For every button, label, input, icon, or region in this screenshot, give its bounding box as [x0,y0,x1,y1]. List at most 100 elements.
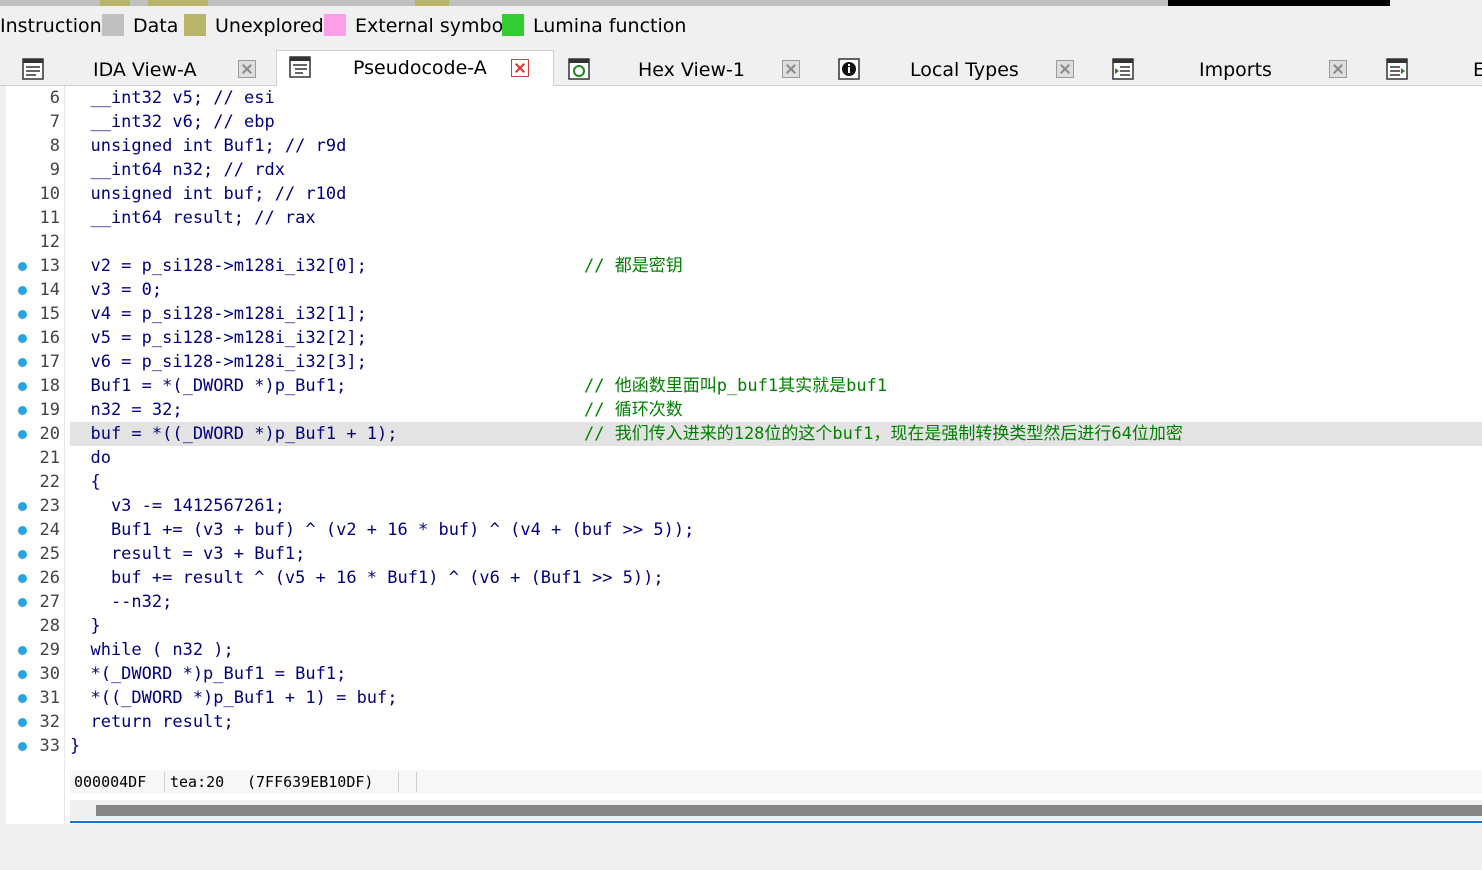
code-comment: // 他函数里面叫p_buf1其实就是buf1 [584,376,888,396]
code-text: v6 = p_si128->m128i_i32[3]; [70,352,367,372]
tab-local-types[interactable]: Local Types [826,53,1092,85]
code-comment: // 我们传入进来的128位的这个buf1，现在是强制转换类型然后进行64位加密 [584,424,1183,444]
gutter-row[interactable]: 11 [6,206,64,230]
code-line[interactable]: *((_DWORD *)p_Buf1 + 1) = buf; [70,686,1482,710]
gutter-row[interactable]: 20 [6,422,64,446]
status-separator [398,772,399,792]
code-line[interactable]: --n32; [70,590,1482,614]
gutter-row[interactable]: 8 [6,134,64,158]
code-text: *((_DWORD *)p_Buf1 + 1) = buf; [70,688,398,708]
code-line[interactable]: } [70,734,1482,758]
code-line[interactable]: Buf1 = *(_DWORD *)p_Buf1; // 他函数里面叫p_buf1… [70,374,1482,398]
code-line[interactable]: __int32 v6; // ebp [70,110,1482,134]
gutter-row[interactable]: 26 [6,566,64,590]
gutter-row[interactable]: 25 [6,542,64,566]
code-line[interactable]: v3 -= 1412567261; [70,494,1482,518]
code-line[interactable]: v6 = p_si128->m128i_i32[3]; [70,350,1482,374]
scrollbar-thumb[interactable] [96,805,1482,816]
code-text: __int64 n32; // rdx [70,160,285,180]
line-number: 20 [39,424,60,444]
code-line[interactable]: v3 = 0; [70,278,1482,302]
horizontal-scrollbar[interactable] [70,800,1482,820]
code-line[interactable]: Buf1 += (v3 + buf) ^ (v2 + 16 * buf) ^ (… [70,518,1482,542]
legend-external-symbol-swatch [324,14,346,36]
gutter-row[interactable]: 28 [6,614,64,638]
gutter-row[interactable]: 32 [6,710,64,734]
gutter-row[interactable]: 7 [6,110,64,134]
tab-label: E [1473,59,1482,81]
code-line[interactable]: } [70,614,1482,638]
gutter-row[interactable]: 23 [6,494,64,518]
code-line[interactable]: __int32 v5; // esi [70,86,1482,110]
code-text: v5 = p_si128->m128i_i32[2]; [70,328,367,348]
gutter-row[interactable]: 12 [6,230,64,254]
status-separator [416,772,417,792]
tab-ida-view-a[interactable]: IDA View-A [10,53,274,85]
code-line[interactable]: { [70,470,1482,494]
code-line[interactable]: buf = *((_DWORD *)p_Buf1 + 1); // 我们传入进来的… [70,422,1482,446]
gutter-row[interactable]: 13 [6,254,64,278]
code-line[interactable]: *(_DWORD *)p_Buf1 = Buf1; [70,662,1482,686]
status-offset: 000004DF [74,773,147,791]
code-line[interactable]: unsigned int Buf1; // r9d [70,134,1482,158]
gutter-row[interactable]: 9 [6,158,64,182]
gutter-row[interactable]: 22 [6,470,64,494]
code-text: buf = *((_DWORD *)p_Buf1 + 1); [70,424,398,444]
gutter-row[interactable]: 15 [6,302,64,326]
code-comment: // 都是密钥 [584,256,683,276]
code-line[interactable]: do [70,446,1482,470]
code-line[interactable]: result = v3 + Buf1; [70,542,1482,566]
gutter-row[interactable]: 14 [6,278,64,302]
code-text: *(_DWORD *)p_Buf1 = Buf1; [70,664,347,684]
legend-unexplored-swatch [184,14,206,36]
code-text: unsigned int buf; // r10d [70,184,347,204]
gutter-row[interactable]: 16 [6,326,64,350]
gutter-row[interactable]: 30 [6,662,64,686]
navigation-band[interactable] [0,0,1482,6]
gutter-row[interactable]: 10 [6,182,64,206]
close-icon[interactable] [511,59,529,77]
code-line[interactable] [70,230,1482,254]
gutter-row[interactable]: 31 [6,686,64,710]
code-line[interactable]: n32 = 32; // 循环次数 [70,398,1482,422]
tab-label: Pseudocode-A [353,57,487,79]
close-icon[interactable] [1329,60,1347,78]
gutter-row[interactable]: 29 [6,638,64,662]
pseudocode-icon [289,56,311,78]
tab-hex-view-1[interactable]: Hex View-1 [556,53,822,85]
code-line[interactable]: v4 = p_si128->m128i_i32[1]; [70,302,1482,326]
close-icon[interactable] [782,60,800,78]
code-text: while ( n32 ); [70,640,234,660]
gutter-row[interactable]: 17 [6,350,64,374]
code-line[interactable]: unsigned int buf; // r10d [70,182,1482,206]
code-text: v3 -= 1412567261; [70,496,285,516]
line-number: 31 [39,688,60,708]
code-area[interactable]: __int32 v5; // esi __int32 v6; // ebp un… [70,86,1482,766]
code-text: --n32; [70,592,173,612]
gutter-row[interactable]: 18 [6,374,64,398]
pseudocode-editor[interactable]: __int32 v5; // esi __int32 v6; // ebp un… [6,86,1482,824]
code-line[interactable]: v5 = p_si128->m128i_i32[2]; [70,326,1482,350]
code-line[interactable]: v2 = p_si128->m128i_i32[0]; // 都是密钥 [70,254,1482,278]
code-text: } [70,616,101,636]
legend-unexplored-label: Unexplored [215,15,324,37]
gutter-row[interactable]: 21 [6,446,64,470]
gutter-row[interactable]: 24 [6,518,64,542]
gutter-row[interactable]: 27 [6,590,64,614]
gutter-row[interactable]: 6 [6,86,64,110]
tab-exports[interactable]: E [1374,53,1482,85]
tab-pseudocode-a[interactable]: Pseudocode-A [276,50,554,87]
gutter-row[interactable]: 19 [6,398,64,422]
close-icon[interactable] [238,60,256,78]
code-line[interactable]: __int64 result; // rax [70,206,1482,230]
code-text: Buf1 = *(_DWORD *)p_Buf1; [70,376,347,396]
code-line[interactable]: return result; [70,710,1482,734]
code-line[interactable]: buf += result ^ (v5 + 16 * Buf1) ^ (v6 +… [70,566,1482,590]
legend-external-symbol-label: External symbol [355,15,509,37]
code-line[interactable]: while ( n32 ); [70,638,1482,662]
gutter-row[interactable]: 33 [6,734,64,758]
close-icon[interactable] [1056,60,1074,78]
tab-imports[interactable]: Imports [1100,53,1366,85]
code-line[interactable]: __int64 n32; // rdx [70,158,1482,182]
legend-instruction-label: Instruction [0,15,102,37]
